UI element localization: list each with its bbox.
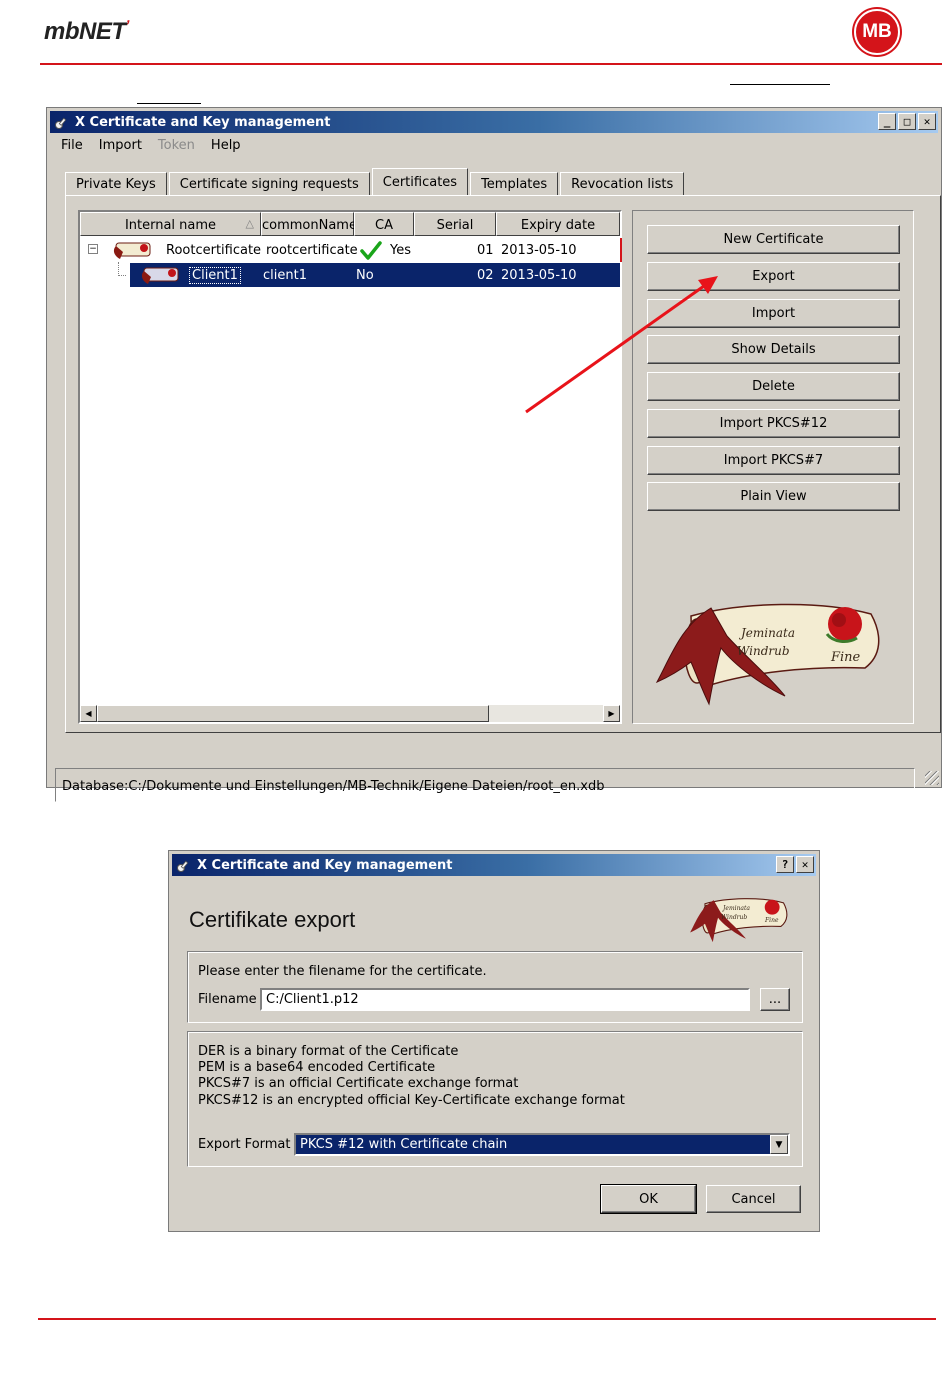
key-icon (55, 117, 67, 129)
export-dialog-title: X Certificate and Key management (197, 857, 453, 873)
format-description-pkcs7: PKCS#7 is an official Certificate exchan… (198, 1076, 519, 1091)
scroll-logo-line-1: Jeminata (741, 626, 795, 640)
column-expiry-date[interactable]: Expiry date (496, 212, 620, 236)
export-dialog: X Certificate and Key management ? ✕ Cer… (168, 850, 820, 1232)
tab-bar: Private Keys Certificate signing request… (65, 168, 686, 195)
row-serial: 01 (477, 242, 494, 258)
export-format-label: Export Format (198, 1137, 291, 1152)
row-ca: Yes (390, 242, 411, 258)
table-row[interactable]: − Rootcertificate rootcertificate Yes 01… (80, 238, 620, 262)
row-expiry-date: 2013-05-10 (501, 242, 577, 258)
footer-divider (38, 1318, 936, 1320)
menu-import[interactable]: Import (93, 136, 148, 156)
resize-grip-icon[interactable] (925, 771, 939, 785)
dialog-scroll-logo: Jeminata Windrub Fine (683, 895, 795, 943)
export-format-group: DER is a binary format of the Certificat… (187, 1031, 803, 1167)
checkmark-icon (360, 241, 382, 260)
browse-button[interactable]: ... (760, 988, 790, 1011)
certificate-icon (141, 267, 179, 284)
main-window-titlebar[interactable]: X Certificate and Key management _ □ ✕ (50, 111, 938, 133)
tab-templates[interactable]: Templates (470, 172, 559, 195)
new-certificate-button[interactable]: New Certificate (647, 225, 900, 254)
row-ca: No (356, 267, 374, 283)
key-icon (177, 860, 189, 872)
dialog-scroll-logo-line-1: Jeminata (723, 905, 750, 912)
database-path: Database:C:/Dokumente und Einstellungen/… (62, 779, 605, 794)
scroll-logo-line-3: Fine (831, 650, 861, 665)
tab-certificates[interactable]: Certificates (371, 168, 469, 195)
menu-token: Token (157, 138, 195, 153)
annotation-arrow (525, 276, 718, 414)
tree-connector (118, 262, 126, 276)
mb-logo: MB (854, 9, 900, 55)
plain-view-button[interactable]: Plain View (647, 482, 900, 511)
dialog-scroll-logo-line-2: Windrub (721, 914, 748, 921)
filename-label: Filename (198, 992, 257, 1007)
minimize-icon[interactable]: _ (878, 113, 896, 130)
cancel-button[interactable]: Cancel (706, 1185, 801, 1213)
header-rule-left (137, 103, 201, 104)
column-common-name[interactable]: commonName (261, 212, 357, 236)
header-divider (40, 63, 942, 65)
filename-group: Please enter the filename for the certif… (187, 951, 803, 1023)
tab-certificate-signing-requests[interactable]: Certificate signing requests (168, 172, 370, 195)
scroll-logo: Jeminata Windrub Fine (651, 596, 887, 706)
row-common-name: client1 (263, 267, 307, 283)
format-description-pkcs12: PKCS#12 is an encrypted official Key-Cer… (198, 1093, 625, 1108)
menu-help[interactable]: Help (205, 136, 247, 156)
certificate-icon (113, 242, 151, 259)
column-internal-name[interactable]: Internal name △ (80, 212, 261, 236)
export-dialog-titlebar[interactable]: X Certificate and Key management ? ✕ (172, 854, 816, 876)
column-headers: Internal name △ commonName CA Serial Exp… (80, 212, 620, 236)
row-common-name: rootcertificate (266, 242, 358, 258)
tab-revocation-lists[interactable]: Revocation lists (560, 172, 685, 195)
horizontal-scrollbar[interactable]: ◀ ▶ (80, 705, 620, 722)
menu-file[interactable]: File (55, 136, 89, 156)
filename-field[interactable]: C:/Client1.p12 (260, 988, 750, 1011)
brand-logo: mbNETʼ (44, 17, 129, 45)
column-ca[interactable]: CA (354, 212, 414, 236)
scroll-thumb[interactable] (97, 705, 489, 722)
main-window-title: X Certificate and Key management (75, 114, 331, 130)
format-description-der: DER is a binary format of the Certificat… (198, 1044, 459, 1059)
column-serial[interactable]: Serial (414, 212, 496, 236)
close-icon[interactable]: ✕ (918, 113, 936, 130)
chevron-down-icon[interactable]: ▼ (770, 1135, 788, 1154)
certificates-panel: Internal name △ commonName CA Serial Exp… (65, 195, 941, 733)
close-icon[interactable]: ✕ (796, 856, 814, 873)
help-icon[interactable]: ? (776, 856, 794, 873)
row-internal-name: Rootcertificate (166, 242, 262, 258)
row-marker (620, 238, 622, 262)
header-rule-right (730, 84, 830, 85)
scroll-left-icon[interactable]: ◀ (80, 705, 97, 722)
status-bar: Database:C:/Dokumente und Einstellungen/… (55, 768, 915, 802)
sort-ascending-icon: △ (245, 217, 254, 230)
import-pkcs7-button[interactable]: Import PKCS#7 (647, 446, 900, 475)
tab-private-keys[interactable]: Private Keys (65, 172, 167, 195)
menu-bar: File Import Token Help (51, 136, 247, 156)
ok-button[interactable]: OK (600, 1184, 697, 1214)
tree-collapse-icon[interactable]: − (88, 244, 98, 254)
dialog-scroll-logo-line-3: Fine (765, 917, 779, 924)
scroll-logo-line-2: Windrub (737, 644, 790, 658)
format-description-pem: PEM is a base64 encoded Certificate (198, 1060, 436, 1075)
row-internal-name: Client1 (189, 266, 241, 284)
row-serial: 02 (477, 267, 494, 283)
main-window: X Certificate and Key management _ □ ✕ F… (46, 107, 942, 802)
dialog-heading: Certifikate export (189, 907, 356, 932)
export-format-select[interactable]: PKCS #12 with Certificate chain ▼ (294, 1133, 790, 1156)
filename-prompt: Please enter the filename for the certif… (198, 964, 487, 979)
export-format-value: PKCS #12 with Certificate chain (300, 1137, 508, 1152)
scroll-right-icon[interactable]: ▶ (603, 705, 620, 722)
maximize-icon[interactable]: □ (898, 113, 916, 130)
